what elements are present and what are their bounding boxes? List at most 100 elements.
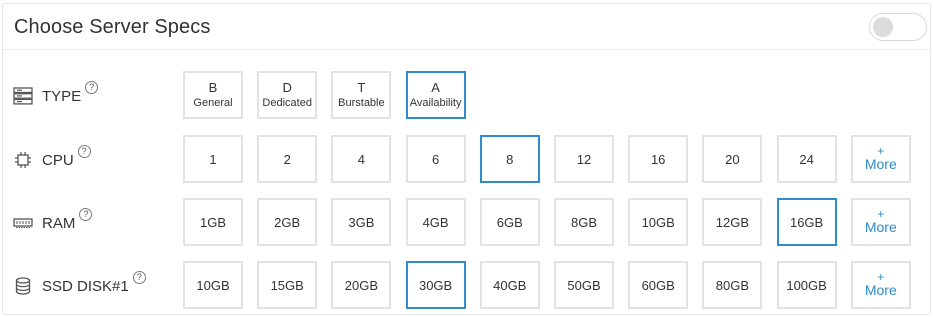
more-label: More — [864, 281, 897, 298]
help-icon[interactable]: ? — [132, 270, 146, 284]
type-option-dedicated[interactable]: D Dedicated — [257, 71, 318, 119]
ram-option-12gb[interactable]: 12GB — [702, 198, 763, 246]
type-option-burstable[interactable]: T Burstable — [331, 71, 392, 119]
ram-label-text: RAM — [42, 214, 76, 232]
type-option-name: General — [193, 96, 233, 109]
disk-option-50gb[interactable]: 50GB — [554, 261, 614, 309]
ram-option-value: 4GB — [422, 214, 449, 230]
cpu-option-value: 20 — [725, 151, 740, 167]
ram-option-value: 8GB — [570, 214, 597, 230]
database-icon — [13, 276, 33, 296]
cpu-option-1[interactable]: 1 — [183, 135, 243, 183]
disk-option-value: 15GB — [270, 277, 304, 293]
cpu-option-20[interactable]: 20 — [702, 135, 763, 183]
ram-more-button[interactable]: + More — [850, 198, 911, 246]
ram-option-10gb[interactable]: 10GB — [628, 198, 689, 246]
panel-header: Choose Server Specs — [3, 4, 930, 50]
cpu-chip-icon — [13, 150, 33, 170]
disk-option-value: 50GB — [567, 277, 601, 293]
help-icon[interactable]: ? — [79, 207, 93, 221]
ram-option-value: 3GB — [348, 214, 375, 230]
disk-option-30gb[interactable]: 30GB — [405, 261, 466, 309]
page-title: Choose Server Specs — [14, 16, 211, 38]
disk-option-value: 40GB — [493, 277, 527, 293]
cpu-option-2[interactable]: 2 — [257, 135, 318, 183]
ram-label: RAM ? — [13, 198, 93, 248]
help-icon[interactable]: ? — [77, 144, 91, 158]
disk-option-40gb[interactable]: 40GB — [479, 261, 540, 309]
type-label: TYPE ? — [13, 71, 99, 121]
cpu-option-value: 8 — [506, 151, 514, 167]
ram-option-1gb[interactable]: 1GB — [183, 198, 243, 246]
plus-icon: + — [877, 143, 885, 158]
type-row: TYPE ? B General D Dedicated T Burstable A Avai… — [3, 71, 930, 121]
disk-label: SSD DISK#1 ? — [13, 261, 146, 311]
cpu-option-12[interactable]: 12 — [554, 135, 614, 183]
disk-more-button[interactable]: + More — [850, 261, 911, 309]
cpu-option-value: 12 — [576, 151, 592, 167]
cpu-option-8[interactable]: 8 — [479, 135, 540, 183]
cpu-option-24[interactable]: 24 — [776, 135, 837, 183]
type-option-general[interactable]: B General — [183, 71, 243, 119]
disk-option-100gb[interactable]: 100GB — [776, 261, 837, 309]
cpu-option-value: 16 — [650, 151, 666, 167]
ram-option-value: 12GB — [715, 214, 750, 230]
cpu-option-4[interactable]: 4 — [331, 135, 392, 183]
more-label: More — [864, 218, 897, 235]
type-option-letter: T — [357, 79, 366, 95]
disk-row: SSD DISK#1 ? 10GB 15GB 20GB 30GB 40GB 50GB 60G… — [3, 261, 930, 311]
plus-icon: + — [877, 269, 885, 284]
disk-option-value: 20GB — [344, 277, 379, 293]
ram-option-16gb[interactable]: 16GB — [776, 198, 837, 246]
disk-option-20gb[interactable]: 20GB — [331, 261, 392, 309]
cpu-row: CPU ? 1 2 4 6 8 12 16 20 24 + More — [3, 135, 930, 185]
disk-option-value: 30GB — [418, 277, 453, 293]
ram-option-value: 2GB — [274, 214, 301, 230]
plus-icon: + — [877, 206, 885, 221]
disk-option-15gb[interactable]: 15GB — [257, 261, 318, 309]
ram-option-value: 16GB — [789, 214, 824, 230]
disk-option-60gb[interactable]: 60GB — [628, 261, 689, 309]
ram-option-8gb[interactable]: 8GB — [554, 198, 614, 246]
ram-option-2gb[interactable]: 2GB — [257, 198, 318, 246]
type-option-availability[interactable]: A Availability — [405, 71, 466, 119]
disk-label-text: SSD DISK#1 — [42, 277, 129, 295]
disk-option-value: 80GB — [715, 277, 750, 293]
disk-option-80gb[interactable]: 80GB — [702, 261, 763, 309]
cpu-option-value: 4 — [357, 151, 365, 167]
cpu-label-text: CPU — [42, 151, 74, 169]
cpu-more-button[interactable]: + More — [850, 135, 911, 183]
ram-option-value: 6GB — [496, 214, 523, 230]
cpu-option-value: 24 — [799, 151, 814, 167]
disk-option-10gb[interactable]: 10GB — [183, 261, 243, 309]
type-label-text: TYPE — [42, 87, 82, 105]
disk-option-value: 10GB — [196, 277, 230, 293]
help-icon[interactable]: ? — [85, 80, 99, 94]
type-option-letter: D — [282, 79, 292, 95]
memory-stick-icon — [13, 213, 33, 233]
ram-option-4gb[interactable]: 4GB — [405, 198, 466, 246]
cpu-label: CPU ? — [13, 135, 91, 185]
cpu-option-value: 1 — [209, 151, 217, 167]
type-option-letter: B — [208, 79, 218, 95]
ram-row: RAM ? 1GB 2GB 3GB 4GB 6GB 8GB 10GB 12GB 16GB + Mor… — [3, 198, 930, 248]
disk-option-value: 60GB — [641, 277, 675, 293]
cpu-option-16[interactable]: 16 — [628, 135, 689, 183]
cpu-option-6[interactable]: 6 — [405, 135, 466, 183]
type-option-name: Dedicated — [262, 96, 312, 109]
toggle-knob — [873, 17, 893, 37]
ram-option-value: 1GB — [199, 214, 226, 230]
ram-option-6gb[interactable]: 6GB — [479, 198, 540, 246]
more-label: More — [864, 155, 897, 172]
type-option-letter: A — [431, 79, 440, 95]
type-option-name: Burstable — [338, 96, 385, 109]
ram-option-3gb[interactable]: 3GB — [331, 198, 392, 246]
disk-option-value: 100GB — [786, 277, 827, 293]
specs-toggle[interactable] — [869, 13, 927, 41]
server-specs-panel: Choose Server Specs TYPE ? B General D Dedi… — [2, 3, 931, 315]
ram-option-value: 10GB — [641, 214, 675, 230]
cpu-option-value: 6 — [431, 151, 440, 167]
server-icon — [13, 86, 33, 106]
type-option-name: Availability — [409, 96, 462, 109]
cpu-option-value: 2 — [283, 151, 291, 167]
